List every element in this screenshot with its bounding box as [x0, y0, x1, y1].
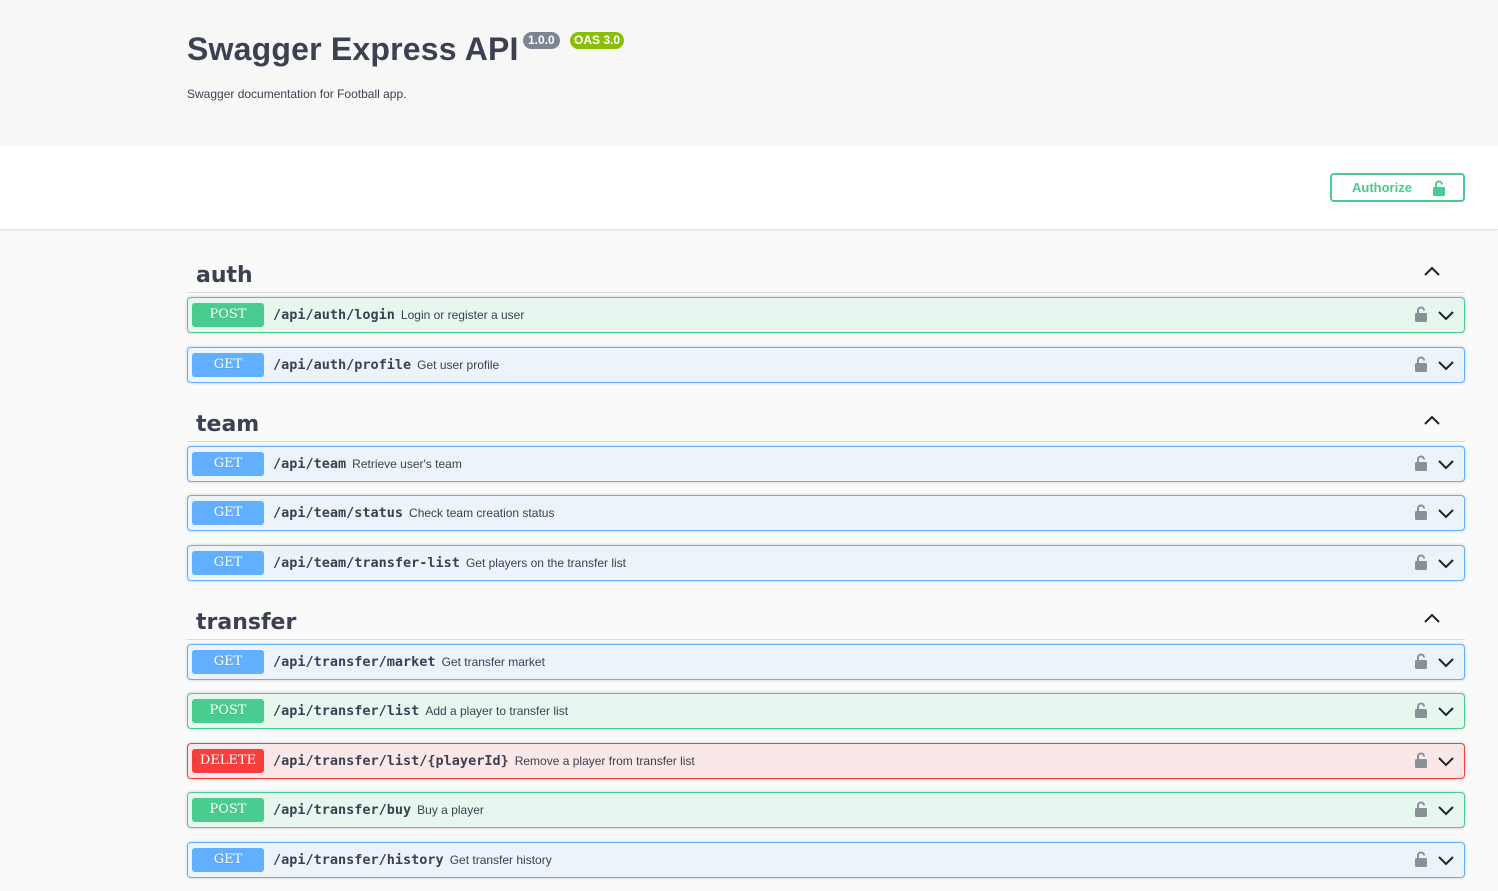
operation-path: /api/team/transfer-list	[273, 555, 460, 571]
operation-get-row[interactable]: GET/api/transfer/history Get transfer his…	[187, 842, 1465, 878]
operation-path-group: /api/transfer/buy Buy a player	[273, 802, 484, 818]
tag-section-auth[interactable]: auth	[187, 253, 1465, 293]
lock-icon[interactable]	[1414, 455, 1428, 472]
operation-get-row[interactable]: GET/api/team/transfer-list Get players on…	[187, 545, 1465, 581]
method-badge: GET	[192, 650, 264, 674]
method-badge: POST	[192, 303, 264, 327]
operation-path: /api/transfer/market	[273, 654, 436, 670]
oas-badge: OAS 3.0	[570, 32, 625, 49]
operation-path: /api/transfer/list/{playerId}	[273, 753, 509, 769]
chevron-down-icon[interactable]	[1437, 507, 1455, 519]
operation-path: /api/auth/profile	[273, 357, 412, 373]
api-info-header: Swagger Express API 1.0.0 OAS 3.0 Swagge…	[0, 0, 1498, 146]
lock-icon[interactable]	[1414, 356, 1428, 373]
operation-path: /api/transfer/list	[273, 703, 420, 719]
chevron-up-icon[interactable]	[1423, 414, 1441, 426]
tag-name: transfer	[196, 610, 297, 635]
method-badge: GET	[192, 848, 264, 872]
operation-path-group: /api/transfer/history Get transfer histor…	[273, 852, 552, 868]
chevron-down-icon[interactable]	[1437, 656, 1455, 668]
operation-get-row[interactable]: GET/api/auth/profile Get user profile	[187, 347, 1465, 383]
operation-post-row[interactable]: POST/api/transfer/list Add a player to tr…	[187, 693, 1465, 729]
operation-path-group: /api/auth/login Login or register a user	[273, 307, 524, 323]
method-badge: GET	[192, 452, 264, 476]
method-badge: GET	[192, 501, 264, 525]
method-badge: GET	[192, 551, 264, 575]
lock-icon[interactable]	[1414, 801, 1428, 818]
operation-path-group: /api/team/status Check team creation stat…	[273, 505, 554, 521]
operation-path-group: /api/transfer/list Add a player to transf…	[273, 703, 568, 719]
chevron-down-icon[interactable]	[1437, 854, 1455, 866]
chevron-down-icon[interactable]	[1437, 309, 1455, 321]
api-description: Swagger documentation for Football app.	[187, 87, 407, 101]
operation-summary: Remove a player from transfer list	[514, 754, 695, 768]
operation-summary: Get transfer market	[441, 655, 545, 669]
tag-name: team	[196, 412, 260, 437]
version-badge: 1.0.0	[523, 32, 560, 49]
lock-icon[interactable]	[1414, 504, 1428, 521]
chevron-down-icon[interactable]	[1437, 458, 1455, 470]
lock-icon[interactable]	[1414, 752, 1428, 769]
method-badge: DELETE	[192, 749, 264, 773]
operation-summary: Buy a player	[417, 803, 484, 817]
operation-summary: Get user profile	[417, 358, 500, 372]
lock-icon[interactable]	[1414, 554, 1428, 571]
operation-summary: Add a player to transfer list	[425, 704, 569, 718]
operation-path: /api/team/status	[273, 505, 404, 521]
tag-section-team[interactable]: team	[187, 402, 1465, 442]
chevron-down-icon[interactable]	[1437, 755, 1455, 767]
chevron-down-icon[interactable]	[1437, 557, 1455, 569]
authorize-label: Authorize	[1352, 180, 1412, 195]
operation-path: /api/team	[273, 456, 347, 472]
operation-path-group: /api/team/transfer-list Get players on th…	[273, 555, 626, 571]
authorize-button[interactable]: Authorize	[1330, 173, 1465, 202]
operation-path-group: /api/transfer/market Get transfer market	[273, 654, 545, 670]
method-badge: POST	[192, 699, 264, 723]
operation-summary: Get players on the transfer list	[465, 556, 627, 570]
operation-summary: Login or register a user	[400, 308, 525, 322]
operation-path: /api/transfer/history	[273, 852, 444, 868]
scheme-container: Authorize	[0, 146, 1498, 230]
chevron-down-icon[interactable]	[1437, 705, 1455, 717]
tag-name: auth	[196, 263, 253, 288]
operation-summary: Get transfer history	[449, 853, 552, 867]
chevron-up-icon[interactable]	[1423, 612, 1441, 624]
lock-icon[interactable]	[1414, 653, 1428, 670]
operation-path: /api/auth/login	[273, 307, 395, 323]
operation-delete-row[interactable]: DELETE/api/transfer/list/{playerId} Remov…	[187, 743, 1465, 779]
operation-post-row[interactable]: POST/api/auth/login Login or register a u…	[187, 297, 1465, 333]
api-title: Swagger Express API	[187, 31, 519, 67]
lock-icon[interactable]	[1414, 306, 1428, 323]
operation-get-row[interactable]: GET/api/team/status Check team creation s…	[187, 495, 1465, 531]
operation-summary: Check team creation status	[409, 506, 555, 520]
operation-get-row[interactable]: GET/api/team Retrieve user's team	[187, 446, 1465, 482]
operation-get-row[interactable]: GET/api/transfer/market Get transfer mark…	[187, 644, 1465, 680]
chevron-up-icon[interactable]	[1423, 265, 1441, 277]
method-badge: GET	[192, 353, 264, 377]
operation-summary: Retrieve user's team	[352, 457, 462, 471]
chevron-down-icon[interactable]	[1437, 804, 1455, 816]
operation-path-group: /api/transfer/list/{playerId} Remove a pl…	[273, 753, 695, 769]
operation-post-row[interactable]: POST/api/transfer/buy Buy a player	[187, 792, 1465, 828]
operation-path: /api/transfer/buy	[273, 802, 412, 818]
lock-icon[interactable]	[1414, 702, 1428, 719]
operation-path-group: /api/team Retrieve user's team	[273, 456, 462, 472]
operation-path-group: /api/auth/profile Get user profile	[273, 357, 499, 373]
unlocked-lock-icon	[1433, 180, 1445, 196]
lock-icon[interactable]	[1414, 851, 1428, 868]
chevron-down-icon[interactable]	[1437, 359, 1455, 371]
tag-section-transfer[interactable]: transfer	[187, 600, 1465, 640]
method-badge: POST	[192, 798, 264, 822]
